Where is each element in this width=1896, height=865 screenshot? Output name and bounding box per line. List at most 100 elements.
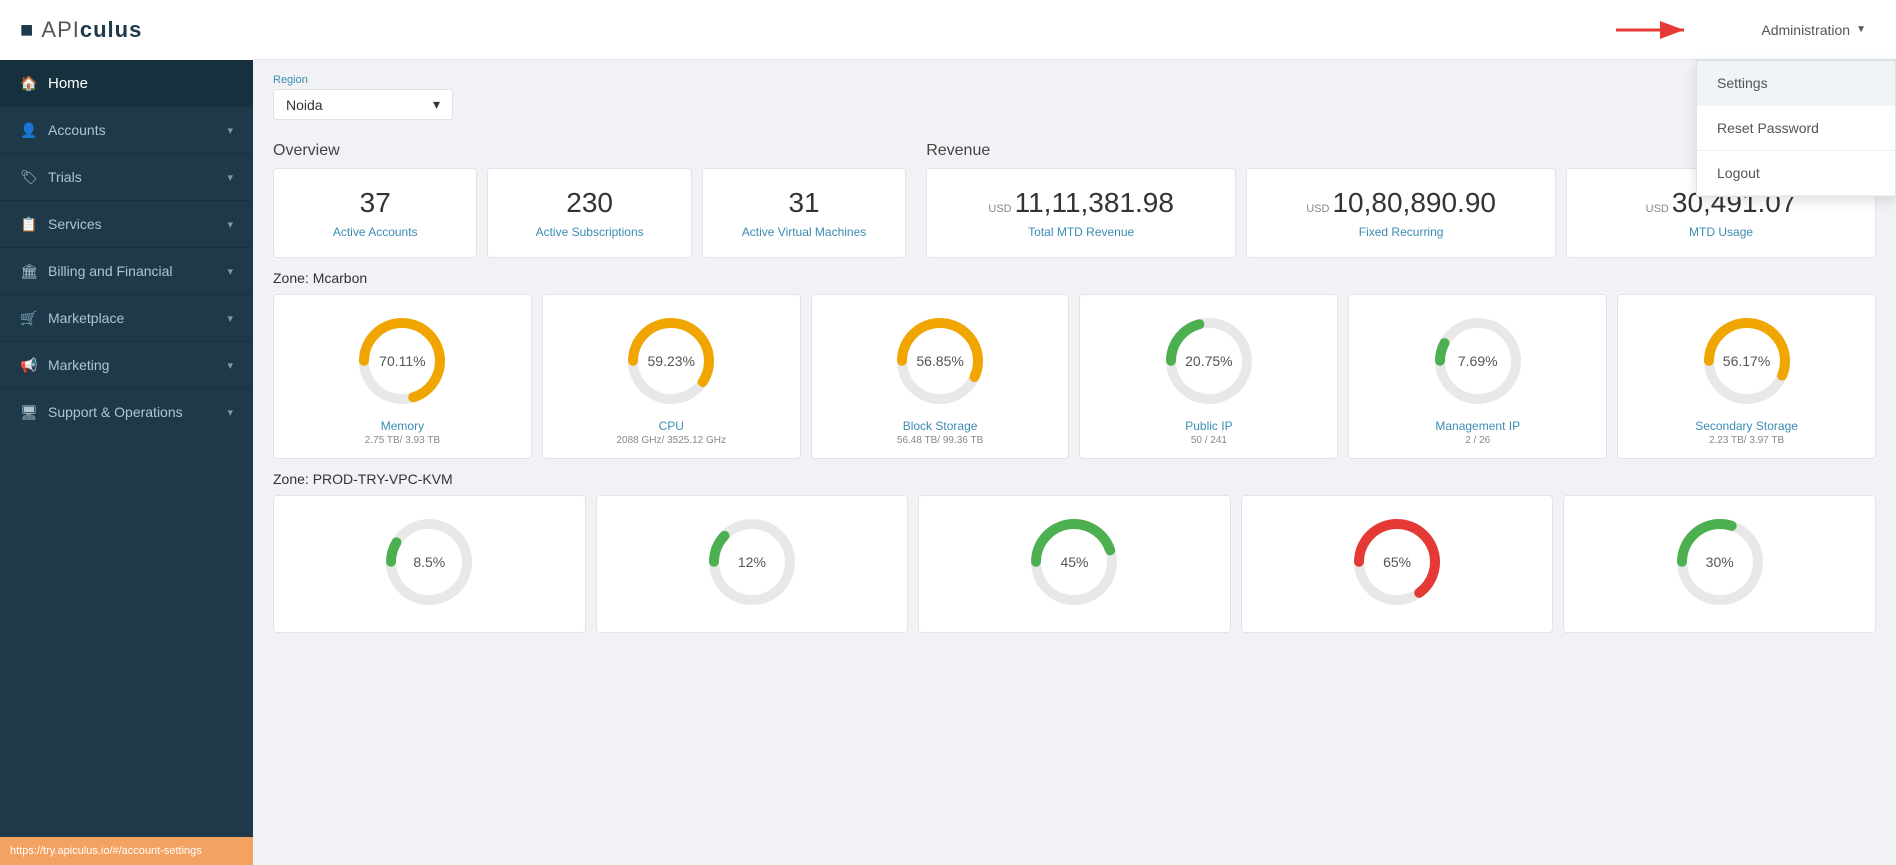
gauge-label: Public IP bbox=[1092, 419, 1325, 433]
nav-item-label: Marketing bbox=[48, 357, 109, 373]
logo-text: ■ APIculus bbox=[20, 17, 142, 43]
gauge-card: 7.69% Management IP 2 / 26 bbox=[1348, 294, 1607, 459]
gauge-container: 20.75% bbox=[1159, 311, 1259, 411]
nav-items: 👤 Accounts ▾ 🏷 Trials ▾ 📋 Services ▾ 🏛 B… bbox=[0, 106, 253, 435]
chevron-icon: ▾ bbox=[227, 265, 233, 278]
currency-label: USD bbox=[1646, 203, 1669, 215]
stat-label: Active Virtual Machines bbox=[723, 225, 885, 239]
gauge-container: 12% bbox=[702, 512, 802, 612]
gauge-sublabel: 2088 GHz/ 3525.12 GHz bbox=[555, 435, 788, 446]
gauge-card: 8.5% bbox=[273, 495, 586, 633]
stat-label: MTD Usage bbox=[1587, 225, 1855, 239]
nav-icon: 📢 bbox=[20, 356, 38, 374]
sidebar-item-accounts[interactable]: 👤 Accounts ▾ bbox=[0, 106, 253, 153]
sidebar-item-trials[interactable]: 🏷 Trials ▾ bbox=[0, 153, 253, 200]
stat-number: USD11,11,381.98 bbox=[947, 187, 1215, 219]
sidebar-item-marketplace[interactable]: 🛒 Marketplace ▾ bbox=[0, 294, 253, 341]
home-link[interactable]: 🏠 Home bbox=[0, 60, 253, 106]
nav-icon: 🖥 bbox=[20, 403, 38, 421]
home-label: Home bbox=[48, 75, 88, 92]
gauge-percent: 30% bbox=[1706, 554, 1734, 570]
gauge-card: 56.17% Secondary Storage 2.23 TB/ 3.97 T… bbox=[1617, 294, 1876, 459]
sidebar-item-billing-and-financial[interactable]: 🏛 Billing and Financial ▾ bbox=[0, 247, 253, 294]
region-value: Noida bbox=[286, 97, 323, 113]
admin-button[interactable]: Administration ▼ bbox=[1751, 16, 1876, 44]
gauge-container: 8.5% bbox=[379, 512, 479, 612]
nav-item-label: Services bbox=[48, 216, 102, 232]
gauge-sublabel: 2.75 TB/ 3.93 TB bbox=[286, 435, 519, 446]
region-select[interactable]: Noida ▾ bbox=[273, 89, 453, 120]
sidebar: ■ APIculus 🏠 Home 👤 Accounts ▾ 🏷 Trials … bbox=[0, 0, 253, 865]
gauge-percent: 56.17% bbox=[1723, 353, 1770, 369]
nav-item-label: Trials bbox=[48, 169, 82, 185]
sidebar-item-services[interactable]: 📋 Services ▾ bbox=[0, 200, 253, 247]
gauge-card: 56.85% Block Storage 56.48 TB/ 99.36 TB bbox=[811, 294, 1070, 459]
sidebar-item-marketing[interactable]: 📢 Marketing ▾ bbox=[0, 341, 253, 388]
chevron-icon: ▾ bbox=[227, 312, 233, 325]
stat-label: Total MTD Revenue bbox=[947, 225, 1215, 239]
gauge-container: 56.17% bbox=[1697, 311, 1797, 411]
admin-label: Administration bbox=[1761, 22, 1850, 38]
region-section: Region Noida ▾ bbox=[273, 60, 1876, 130]
dropdown-item-settings[interactable]: Settings bbox=[1697, 61, 1895, 106]
gauge-percent: 70.11% bbox=[379, 353, 425, 369]
gauge-container: 70.11% bbox=[352, 311, 452, 411]
zone-mcarbon-gauges: 70.11% Memory 2.75 TB/ 3.93 TB 59.23% CP… bbox=[273, 294, 1876, 459]
chevron-icon: ▾ bbox=[227, 359, 233, 372]
chevron-icon: ▾ bbox=[227, 406, 233, 419]
chevron-icon: ▾ bbox=[227, 124, 233, 137]
nav-icon: 🏛 bbox=[20, 262, 38, 280]
logo: ■ APIculus bbox=[0, 0, 253, 60]
sidebar-item-support-&-operations[interactable]: 🖥 Support & Operations ▾ bbox=[0, 388, 253, 435]
overview-stat-card: 31 Active Virtual Machines bbox=[702, 168, 906, 258]
nav-item-label: Marketplace bbox=[48, 310, 124, 326]
nav-item-label: Accounts bbox=[48, 122, 106, 138]
status-bar: https://try.apiculus.io/#/account-settin… bbox=[0, 837, 253, 865]
gauge-percent: 45% bbox=[1060, 554, 1088, 570]
overview-cards: 37 Active Accounts 230 Active Subscripti… bbox=[273, 168, 906, 258]
gauge-percent: 59.23% bbox=[647, 353, 694, 369]
stat-number: 230 bbox=[508, 187, 670, 219]
gauge-container: 7.69% bbox=[1428, 311, 1528, 411]
region-label: Region bbox=[273, 74, 1876, 86]
gauge-sublabel: 2.23 TB/ 3.97 TB bbox=[1630, 435, 1863, 446]
gauge-container: 56.85% bbox=[890, 311, 990, 411]
gauge-label: CPU bbox=[555, 419, 788, 433]
gauge-label: Management IP bbox=[1361, 419, 1594, 433]
currency-label: USD bbox=[988, 203, 1011, 215]
gauge-percent: 20.75% bbox=[1185, 353, 1232, 369]
overview-stat-card: 230 Active Subscriptions bbox=[487, 168, 691, 258]
gauge-sublabel: 2 / 26 bbox=[1361, 435, 1594, 446]
arrow-indicator bbox=[1616, 18, 1696, 47]
nav-item-label: Billing and Financial bbox=[48, 263, 173, 279]
gauge-card: 59.23% CPU 2088 GHz/ 3525.12 GHz bbox=[542, 294, 801, 459]
nav-icon: 📋 bbox=[20, 215, 38, 233]
stat-label: Fixed Recurring bbox=[1267, 225, 1535, 239]
gauge-card: 45% bbox=[918, 495, 1231, 633]
chevron-icon: ▾ bbox=[227, 218, 233, 231]
nav-icon: 👤 bbox=[20, 121, 38, 139]
nav-item-label: Support & Operations bbox=[48, 404, 183, 420]
gauge-container: 65% bbox=[1347, 512, 1447, 612]
currency-label: USD bbox=[1306, 203, 1329, 215]
gauge-percent: 56.85% bbox=[916, 353, 963, 369]
gauge-card: 70.11% Memory 2.75 TB/ 3.93 TB bbox=[273, 294, 532, 459]
gauge-card: 65% bbox=[1241, 495, 1554, 633]
main-content: Administration ▼ SettingsReset PasswordL… bbox=[253, 0, 1896, 865]
revenue-stat-card: USD10,80,890.90 Fixed Recurring bbox=[1246, 168, 1556, 258]
stat-label: Active Subscriptions bbox=[508, 225, 670, 239]
zone-mcarbon-header: Zone: Mcarbon bbox=[273, 270, 1876, 286]
gauge-label: Secondary Storage bbox=[1630, 419, 1863, 433]
overview-title: Overview bbox=[273, 142, 906, 160]
stat-number: USD10,80,890.90 bbox=[1267, 187, 1535, 219]
gauge-percent: 8.5% bbox=[413, 554, 445, 570]
overview-stat-card: 37 Active Accounts bbox=[273, 168, 477, 258]
gauge-label: Memory bbox=[286, 419, 519, 433]
gauge-container: 45% bbox=[1024, 512, 1124, 612]
gauge-percent: 65% bbox=[1383, 554, 1411, 570]
dropdown-item-reset-password[interactable]: Reset Password bbox=[1697, 106, 1895, 151]
chevron-icon: ▾ bbox=[227, 171, 233, 184]
gauge-percent: 12% bbox=[738, 554, 766, 570]
dropdown-item-logout[interactable]: Logout bbox=[1697, 151, 1895, 196]
stat-label: Active Accounts bbox=[294, 225, 456, 239]
